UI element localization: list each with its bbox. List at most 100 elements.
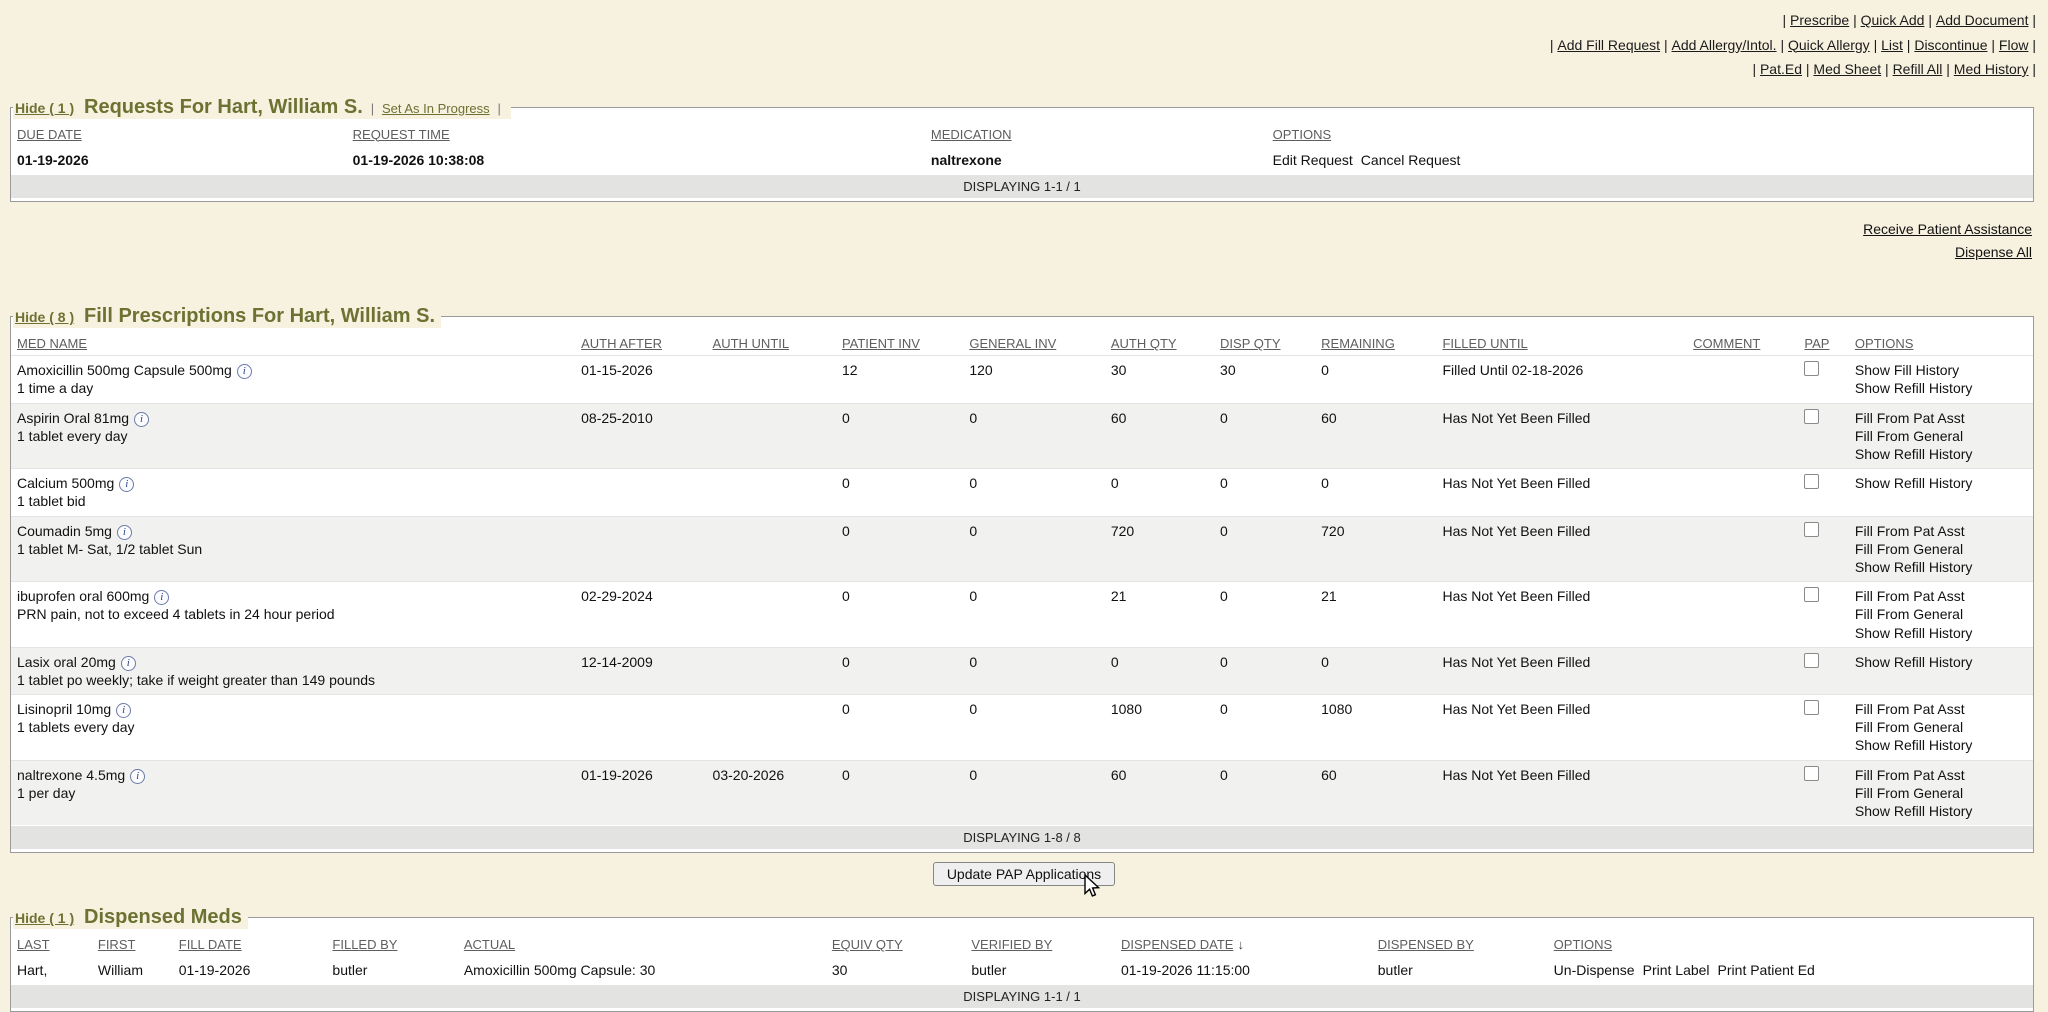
column-header-patient-inv[interactable]: PATIENT INV	[836, 328, 963, 356]
update-pap-applications-button[interactable]: Update PAP Applications	[933, 862, 1115, 886]
column-header-remaining[interactable]: REMAINING	[1315, 328, 1436, 356]
nav-link-add-allergy-intol[interactable]: Add Allergy/Intol.	[1672, 37, 1777, 53]
option-link-fill-from-pat-asst[interactable]: Fill From Pat Asst	[1855, 767, 1965, 783]
column-header-auth-until[interactable]: AUTH UNTIL	[707, 328, 836, 356]
info-icon[interactable]: i	[116, 703, 131, 718]
separator: |	[1550, 37, 1554, 53]
column-header-first[interactable]: FIRST	[92, 929, 173, 956]
column-header-filled-until[interactable]: FILLED UNTIL	[1436, 328, 1687, 356]
cell-remaining: 0	[1315, 647, 1436, 694]
separator: |	[1946, 61, 1950, 77]
nav-link-med-history[interactable]: Med History	[1954, 61, 2029, 77]
option-link-fill-from-pat-asst[interactable]: Fill From Pat Asst	[1855, 523, 1965, 539]
info-icon[interactable]: i	[121, 656, 136, 671]
option-link-show-fill-history[interactable]: Show Fill History	[1855, 362, 1959, 378]
option-link-fill-from-general[interactable]: Fill From General	[1855, 428, 1963, 444]
pap-checkbox[interactable]	[1804, 361, 1819, 376]
pap-checkbox[interactable]	[1804, 653, 1819, 668]
nav-link-quick-allergy[interactable]: Quick Allergy	[1788, 37, 1870, 53]
column-header-dispensed-by[interactable]: DISPENSED BY	[1372, 929, 1548, 956]
cell-auth-after	[575, 516, 706, 582]
column-header-auth-after[interactable]: AUTH AFTER	[575, 328, 706, 356]
hide-dispensed-link[interactable]: Hide ( 1 )	[15, 910, 74, 926]
column-header-pap[interactable]: PAP	[1798, 328, 1849, 356]
med-directions: 1 tablet bid	[17, 492, 569, 510]
option-link-show-refill-history[interactable]: Show Refill History	[1855, 475, 1972, 491]
dispensed-row: Hart,William01-19-2026butlerAmoxicillin …	[11, 956, 2033, 984]
nav-link-med-sheet[interactable]: Med Sheet	[1813, 61, 1881, 77]
option-link-edit-request[interactable]: Edit Request	[1273, 152, 1353, 168]
column-header-filled-by[interactable]: FILLED BY	[326, 929, 457, 956]
cell-patient-inv: 0	[836, 760, 963, 825]
nav-link-flow[interactable]: Flow	[1999, 37, 2029, 53]
dispense-all-link[interactable]: Dispense All	[0, 241, 2032, 265]
receive-patient-assistance-link[interactable]: Receive Patient Assistance	[0, 218, 2032, 242]
option-link-show-refill-history[interactable]: Show Refill History	[1855, 446, 1972, 462]
column-header-comment[interactable]: COMMENT	[1687, 328, 1798, 356]
option-link-show-refill-history[interactable]: Show Refill History	[1855, 654, 1972, 670]
pap-checkbox[interactable]	[1804, 700, 1819, 715]
option-link-print-patient-ed[interactable]: Print Patient Ed	[1718, 962, 1815, 978]
column-header-auth-qty[interactable]: AUTH QTY	[1105, 328, 1214, 356]
pap-checkbox[interactable]	[1804, 766, 1819, 781]
nav-link-add-document[interactable]: Add Document	[1936, 12, 2029, 28]
hide-requests-link[interactable]: Hide ( 1 )	[15, 100, 74, 116]
column-header-options[interactable]: OPTIONS	[1548, 929, 2033, 956]
nav-link-add-fill-request[interactable]: Add Fill Request	[1557, 37, 1660, 53]
option-link-fill-from-general[interactable]: Fill From General	[1855, 541, 1963, 557]
info-icon[interactable]: i	[134, 412, 149, 427]
column-header-med-name[interactable]: MED NAME	[11, 328, 575, 356]
info-icon[interactable]: i	[154, 590, 169, 605]
option-link-print-label[interactable]: Print Label	[1643, 962, 1710, 978]
pap-checkbox[interactable]	[1804, 409, 1819, 424]
hide-fill-link[interactable]: Hide ( 8 )	[15, 309, 74, 325]
column-header-due-date[interactable]: DUE DATE	[11, 119, 347, 146]
column-header-equiv-qty[interactable]: EQUIV QTY	[826, 929, 966, 956]
option-link-fill-from-general[interactable]: Fill From General	[1855, 719, 1963, 735]
cell-pap	[1798, 516, 1849, 582]
option-link-show-refill-history[interactable]: Show Refill History	[1855, 559, 1972, 575]
option-link-show-refill-history[interactable]: Show Refill History	[1855, 803, 1972, 819]
option-link-fill-from-pat-asst[interactable]: Fill From Pat Asst	[1855, 410, 1965, 426]
column-header-last[interactable]: LAST	[11, 929, 92, 956]
nav-link-prescribe[interactable]: Prescribe	[1790, 12, 1849, 28]
option-link-fill-from-general[interactable]: Fill From General	[1855, 606, 1963, 622]
pap-checkbox[interactable]	[1804, 522, 1819, 537]
cell-first: William	[92, 956, 173, 984]
option-link-un-dispense[interactable]: Un-Dispense	[1554, 962, 1635, 978]
option-link-show-refill-history[interactable]: Show Refill History	[1855, 380, 1972, 396]
nav-link-discontinue[interactable]: Discontinue	[1914, 37, 1987, 53]
option-link-fill-from-general[interactable]: Fill From General	[1855, 785, 1963, 801]
fill-legend: Hide ( 8 ) Fill Prescriptions For Hart, …	[13, 305, 441, 328]
column-header-disp-qty[interactable]: DISP QTY	[1214, 328, 1315, 356]
nav-link-pat-ed[interactable]: Pat.Ed	[1760, 61, 1802, 77]
info-icon[interactable]: i	[117, 525, 132, 540]
option-link-fill-from-pat-asst[interactable]: Fill From Pat Asst	[1855, 701, 1965, 717]
option-link-fill-from-pat-asst[interactable]: Fill From Pat Asst	[1855, 588, 1965, 604]
info-icon[interactable]: i	[237, 364, 252, 379]
column-header-dispensed-date[interactable]: DISPENSED DATE↓	[1115, 929, 1372, 956]
set-as-in-progress-link[interactable]: Set As In Progress	[382, 101, 490, 116]
column-header-medication[interactable]: MEDICATION	[925, 119, 1267, 146]
option-line: Fill From General	[1855, 427, 2027, 445]
option-link-show-refill-history[interactable]: Show Refill History	[1855, 625, 1972, 641]
column-header-general-inv[interactable]: GENERAL INV	[963, 328, 1105, 356]
info-icon[interactable]: i	[130, 769, 145, 784]
pap-checkbox[interactable]	[1804, 587, 1819, 602]
info-icon[interactable]: i	[119, 477, 134, 492]
cell-general-inv: 0	[963, 403, 1105, 469]
column-header-options[interactable]: OPTIONS	[1849, 328, 2033, 356]
nav-link-list[interactable]: List	[1881, 37, 1903, 53]
column-header-options[interactable]: OPTIONS	[1267, 119, 2033, 146]
column-header-request-time[interactable]: REQUEST TIME	[347, 119, 925, 146]
column-header-actual[interactable]: ACTUAL	[458, 929, 826, 956]
column-header-verified-by[interactable]: VERIFIED BY	[965, 929, 1115, 956]
option-link-cancel-request[interactable]: Cancel Request	[1361, 152, 1461, 168]
nav-link-refill-all[interactable]: Refill All	[1893, 61, 1943, 77]
option-line: Show Refill History	[1855, 379, 2027, 397]
column-header-fill-date[interactable]: FILL DATE	[173, 929, 327, 956]
pap-checkbox[interactable]	[1804, 474, 1819, 489]
cell-disp-qty: 30	[1214, 356, 1315, 403]
nav-link-quick-add[interactable]: Quick Add	[1861, 12, 1925, 28]
option-link-show-refill-history[interactable]: Show Refill History	[1855, 737, 1972, 753]
